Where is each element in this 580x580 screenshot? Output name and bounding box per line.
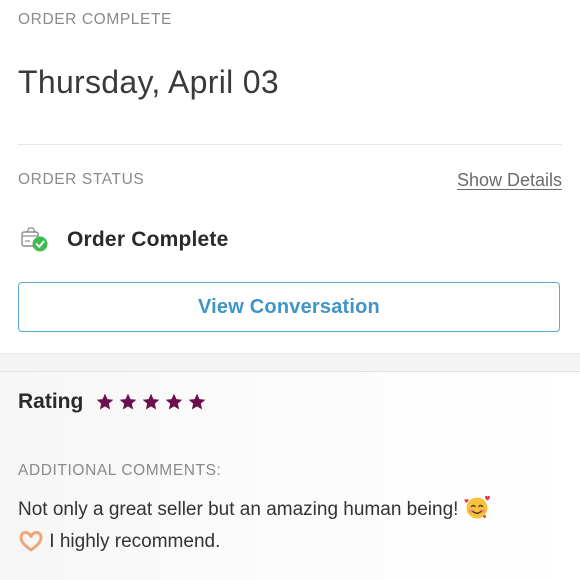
divider [18,144,562,145]
comment-text-part-1: Not only a great seller but an amazing h… [18,499,464,520]
star-icon [142,393,160,410]
view-conversation-button[interactable]: View Conversation [18,282,560,332]
order-status-heading: ORDER STATUS [18,171,145,188]
comment-text-part-2: I highly recommend. [44,531,221,552]
section-separator [0,353,580,372]
order-summary-card: ORDER COMPLETE Thursday, April 03 ORDER … [0,0,580,353]
order-complete-heading: ORDER COMPLETE [18,11,172,28]
order-status-text: Order Complete [67,228,229,251]
show-details-link[interactable]: Show Details [457,170,562,191]
star-icon [165,393,183,410]
rating-row: Rating [18,390,207,414]
order-date: Thursday, April 03 [18,64,279,100]
star-rating [95,392,207,412]
additional-comments-heading: ADDITIONAL COMMENTS: [18,462,222,479]
package-check-icon [18,226,50,254]
smiling-face-with-hearts-icon [464,494,490,528]
order-details-page: ORDER COMPLETE Thursday, April 03 ORDER … [0,0,580,580]
review-comment: Not only a great seller but an amazing h… [18,494,558,560]
heart-hands-icon [18,530,44,560]
star-icon [188,393,206,410]
order-status-row: Order Complete [18,224,229,256]
star-icon [119,393,137,410]
star-icon [96,393,114,410]
rating-label: Rating [18,390,84,413]
